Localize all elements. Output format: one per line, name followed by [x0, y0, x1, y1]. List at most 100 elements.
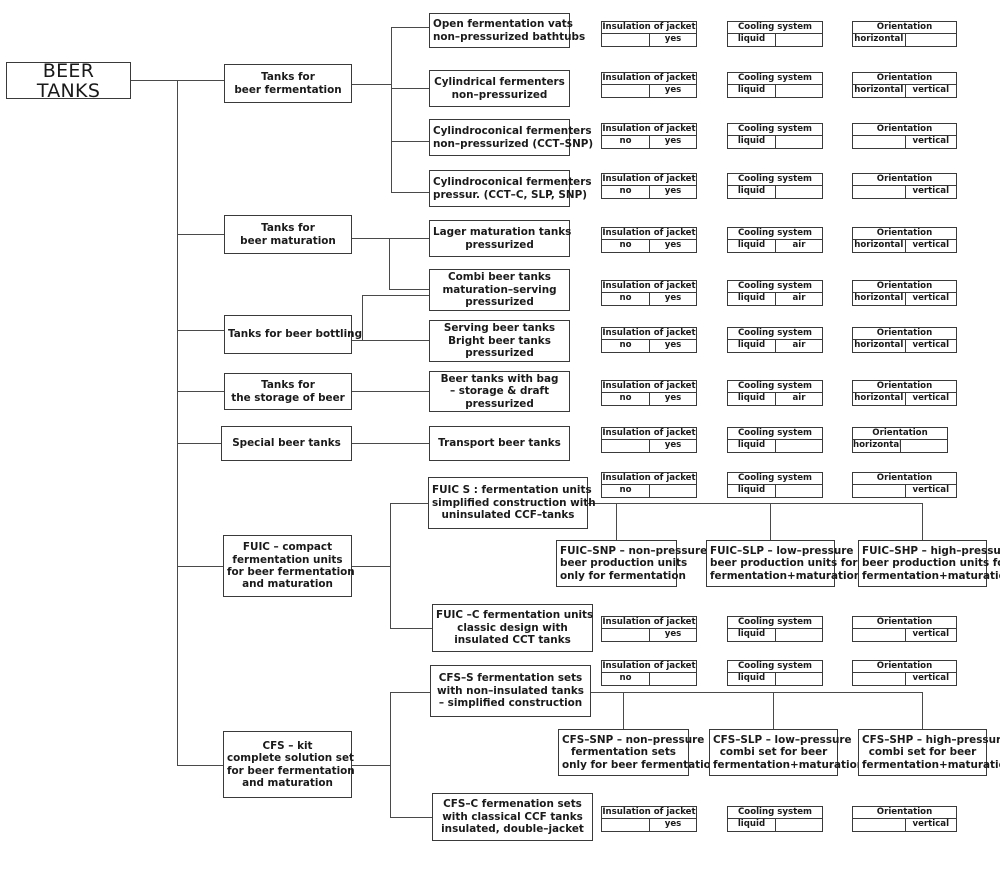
connector-fermentation-p3 [391, 141, 429, 142]
attr-value-right [775, 186, 822, 198]
node-product-serving[interactable]: Serving beer tanks Bright beer tanks press… [429, 320, 570, 362]
attr-insulation-ccf-pressur: Insulation of jacket no yes [601, 173, 697, 199]
node-category-maturation[interactable]: Tanks for beer maturation [224, 215, 352, 254]
node-category-bottling[interactable]: Tanks for beer bottling [224, 315, 363, 354]
attr-value-left [602, 629, 649, 641]
node-product-ccf-snp-label: Cylindroconical fermenters non–pressurize… [433, 125, 594, 150]
attr-value-row: horizontal vertical [852, 293, 957, 306]
attr-header-orientation: Orientation [852, 616, 957, 629]
attr-value-left: liquid [737, 440, 766, 450]
attr-value-left: no [619, 340, 632, 350]
connector-maturation-p2 [389, 289, 429, 290]
attr-insulation-fuic-s: Insulation of jacket no [601, 472, 697, 498]
node-variant-fuic-snp[interactable]: FUIC–SNP – non–pressure beer production u… [556, 540, 707, 587]
attr-value-left: no [619, 485, 632, 495]
node-product-cfs-c[interactable]: CFS–C fermenation sets with classical CCF… [432, 793, 593, 841]
attr-value-row: vertical [852, 186, 957, 199]
attr-value-right [775, 85, 822, 97]
node-variant-fuic-shp[interactable]: FUIC–SHP – high–pressure beer production … [858, 540, 1000, 587]
attr-insulation-combi: Insulation of jacket no yes [601, 280, 697, 306]
attr-insulation-bag: Insulation of jacket no yes [601, 380, 697, 406]
node-root-label: BEER TANKS [36, 59, 101, 102]
node-product-ccf-pressur[interactable]: Cylindroconical fermenters pressur. (CCT–… [429, 170, 592, 207]
node-product-fuic-c[interactable]: FUIC –C fermentation units classic design… [432, 604, 593, 652]
node-category-cfs[interactable]: CFS – kit complete solution set for beer f… [223, 731, 355, 798]
node-product-cyl-ferm[interactable]: Cylindrical fermenters non–pressurized [429, 70, 570, 107]
attr-value-right [775, 485, 822, 497]
attr-value-left [853, 629, 905, 641]
attr-value-right [775, 34, 822, 46]
node-product-serving-label: Serving beer tanks Bright beer tanks press… [443, 322, 556, 360]
connector-bottling-trunk [362, 295, 363, 341]
attr-value-right [775, 673, 822, 685]
attr-header-insulation: Insulation of jacket [601, 227, 697, 240]
node-product-bag[interactable]: Beer tanks with bag – storage & draft pres… [429, 371, 570, 412]
attr-header-cooling: Cooling system [727, 427, 823, 440]
node-category-cfs-label: CFS – kit complete solution set for beer f… [227, 739, 355, 789]
attr-header-cooling: Cooling system [727, 806, 823, 819]
attr-value-right: yes [649, 240, 696, 252]
node-variant-cfs-shp[interactable]: CFS–SHP – high–pressure combi set for bee… [858, 729, 1000, 776]
attr-orientation-cfs-c: Orientation vertical [852, 806, 957, 832]
attr-value-right [775, 819, 822, 831]
attr-value-left [602, 440, 649, 452]
connector-cfs-shp-drop [922, 692, 923, 729]
connector-maturation-out [352, 238, 389, 239]
connector-fermentation-p1 [391, 27, 429, 28]
node-category-storage-label: Tanks for the storage of beer [231, 379, 345, 404]
attr-header-cooling: Cooling system [727, 123, 823, 136]
attr-header-cooling: Cooling system [727, 616, 823, 629]
node-product-cfs-c-label: CFS–C fermenation sets with classical CCF… [441, 798, 584, 836]
node-product-fuic-s[interactable]: FUIC S : fermentation units simplified co… [428, 477, 596, 529]
node-category-fuic[interactable]: FUIC – compact fermentation units for beer… [223, 535, 355, 597]
attr-value-row: no yes [601, 136, 697, 149]
attr-cooling-transport: Cooling system liquid [727, 427, 823, 453]
attr-value-row: no [601, 485, 697, 498]
node-category-bottling-label: Tanks for beer bottling [228, 328, 363, 341]
attr-value-row: no yes [601, 186, 697, 199]
connector-fuic-trunk [390, 503, 391, 628]
node-variant-cfs-snp[interactable]: CFS–SNP – non–pressure fermentation sets o… [558, 729, 718, 776]
attr-header-insulation: Insulation of jacket [601, 280, 697, 293]
attr-value-left: liquid [737, 485, 766, 495]
attr-value-left: liquid [737, 136, 766, 146]
node-variant-fuic-slp[interactable]: FUIC–SLP – low–pressure beer production u… [706, 540, 861, 587]
attr-value-right: yes [649, 34, 696, 46]
attr-value-left [602, 85, 649, 97]
attr-value-row: horizontal vertical [852, 340, 957, 353]
attr-header-insulation: Insulation of jacket [601, 327, 697, 340]
attr-value-right [775, 136, 822, 148]
attr-insulation-cfs-c: Insulation of jacket yes [601, 806, 697, 832]
attr-value-left: no [619, 293, 632, 303]
node-product-cfs-s[interactable]: CFS–S fermentation sets with non–insulate… [430, 665, 591, 717]
node-product-ccf-snp[interactable]: Cylindroconical fermenters non–pressurize… [429, 119, 594, 156]
attr-cooling-fuic-c: Cooling system liquid [727, 616, 823, 642]
connector-main-trunk [177, 80, 178, 765]
node-category-fermentation[interactable]: Tanks for beer fermentation [224, 64, 352, 103]
node-root-beer-tanks[interactable]: BEER TANKS [6, 59, 131, 102]
node-variant-cfs-slp[interactable]: CFS–SLP – low–pressure combi set for beer… [709, 729, 864, 776]
attr-value-right: air [775, 340, 822, 352]
attr-header-orientation: Orientation [852, 472, 957, 485]
node-product-combi[interactable]: Combi beer tanks maturation–serving pressu… [429, 269, 570, 311]
attr-cooling-cyl-ferm: Cooling system liquid [727, 72, 823, 98]
connector-cfs-slp-drop [773, 692, 774, 729]
attr-value-row: yes [601, 85, 697, 98]
attr-value-right: vertical [904, 340, 957, 352]
connector-cfs-p1 [390, 692, 430, 693]
node-product-open-vats[interactable]: Open fermentation vats non–pressurized ba… [429, 13, 585, 48]
node-product-lager-maturation[interactable]: Lager maturation tanks pressurized [429, 220, 571, 257]
attr-value-row: liquid air [727, 340, 823, 353]
attr-value-row: liquid air [727, 393, 823, 406]
node-product-transport[interactable]: Transport beer tanks [429, 426, 570, 461]
attr-value-left [853, 819, 905, 831]
attr-header-cooling: Cooling system [727, 380, 823, 393]
attr-insulation-fuic-c: Insulation of jacket yes [601, 616, 697, 642]
node-category-special[interactable]: Special beer tanks [221, 426, 352, 461]
attr-value-left [602, 34, 649, 46]
attr-header-cooling: Cooling system [727, 72, 823, 85]
node-category-storage[interactable]: Tanks for the storage of beer [224, 373, 352, 410]
attr-value-row: vertical [852, 629, 957, 642]
attr-value-right: vertical [904, 293, 957, 305]
attr-value-row: liquid [727, 440, 823, 453]
